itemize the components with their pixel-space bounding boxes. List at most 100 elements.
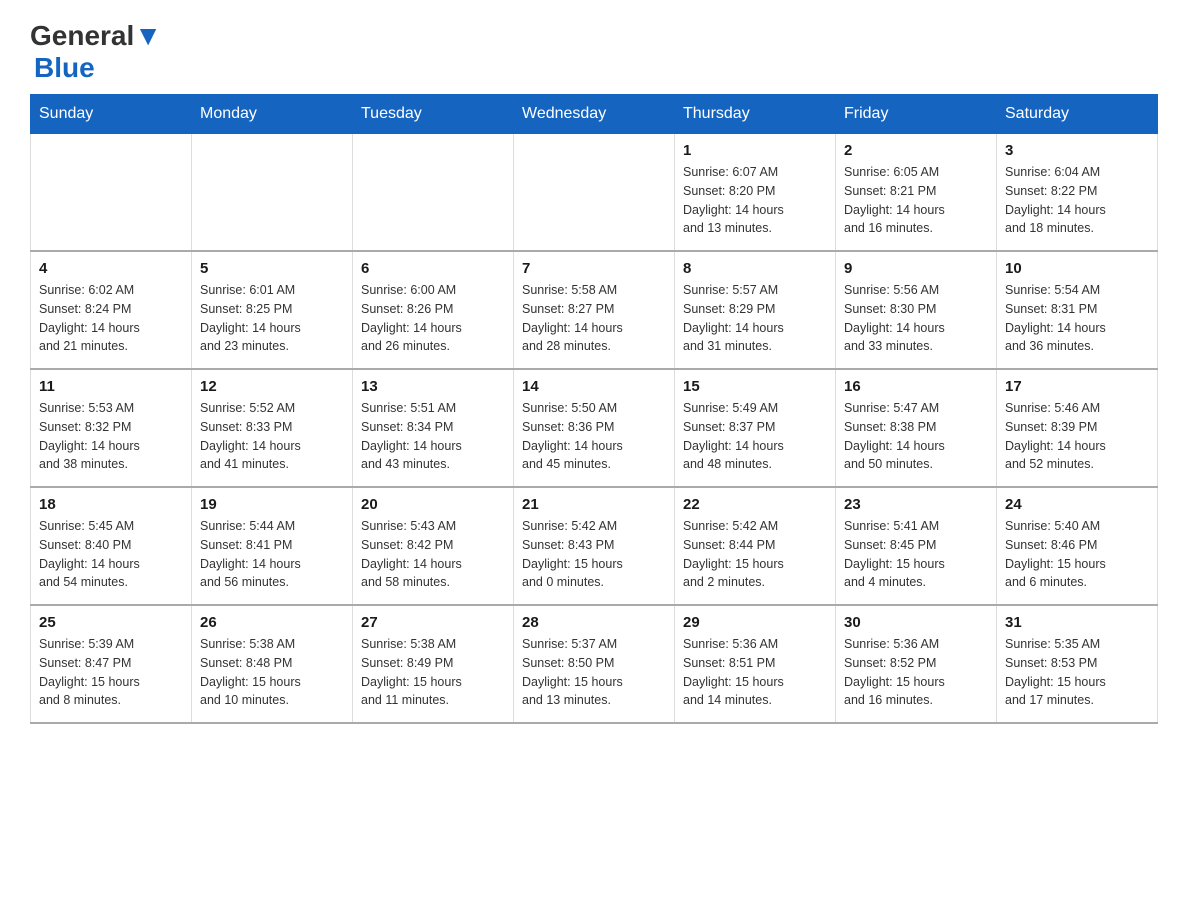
- day-number: 26: [200, 614, 344, 631]
- day-info: Sunrise: 5:52 AMSunset: 8:33 PMDaylight:…: [200, 399, 344, 474]
- days-of-week-row: SundayMondayTuesdayWednesdayThursdayFrid…: [31, 95, 1158, 134]
- day-number: 28: [522, 614, 666, 631]
- day-info: Sunrise: 5:50 AMSunset: 8:36 PMDaylight:…: [522, 399, 666, 474]
- day-info: Sunrise: 6:01 AMSunset: 8:25 PMDaylight:…: [200, 281, 344, 356]
- day-number: 29: [683, 614, 827, 631]
- day-info: Sunrise: 5:58 AMSunset: 8:27 PMDaylight:…: [522, 281, 666, 356]
- day-of-week-header: Saturday: [997, 95, 1158, 134]
- day-info: Sunrise: 5:43 AMSunset: 8:42 PMDaylight:…: [361, 517, 505, 592]
- day-of-week-header: Wednesday: [514, 95, 675, 134]
- calendar-cell: 8Sunrise: 5:57 AMSunset: 8:29 PMDaylight…: [675, 251, 836, 369]
- calendar-cell: 18 Sunrise: 5:45 AMSunset: 8:40 PMDayligh…: [31, 487, 192, 605]
- day-number: 5: [200, 260, 344, 277]
- day-info: Sunrise: 5:45 AMSunset: 8:40 PMDaylight:…: [39, 517, 183, 592]
- day-info: Sunrise: 5:36 AMSunset: 8:51 PMDaylight:…: [683, 635, 827, 710]
- day-info: Sunrise: 5:40 AMSunset: 8:46 PMDaylight:…: [1005, 517, 1149, 592]
- day-number: 3: [1005, 142, 1149, 159]
- day-number: 30: [844, 614, 988, 631]
- calendar-cell: 25 Sunrise: 5:39 AMSunset: 8:47 PMDayligh…: [31, 605, 192, 723]
- calendar-table: SundayMondayTuesdayWednesdayThursdayFrid…: [30, 94, 1158, 724]
- calendar-cell: 30 Sunrise: 5:36 AMSunset: 8:52 PMDayligh…: [836, 605, 997, 723]
- day-number: 13: [361, 378, 505, 395]
- day-info: Sunrise: 5:51 AMSunset: 8:34 PMDaylight:…: [361, 399, 505, 474]
- calendar-cell: 31Sunrise: 5:35 AMSunset: 8:53 PMDayligh…: [997, 605, 1158, 723]
- calendar-week-row: 1 Sunrise: 6:07 AMSunset: 8:20 PMDaylight…: [31, 134, 1158, 252]
- day-of-week-header: Tuesday: [353, 95, 514, 134]
- day-number: 14: [522, 378, 666, 395]
- calendar-cell: 9 Sunrise: 5:56 AMSunset: 8:30 PMDaylight…: [836, 251, 997, 369]
- day-number: 9: [844, 260, 988, 277]
- day-of-week-header: Friday: [836, 95, 997, 134]
- day-number: 8: [683, 260, 827, 277]
- calendar-cell: 24 Sunrise: 5:40 AMSunset: 8:46 PMDayligh…: [997, 487, 1158, 605]
- day-number: 6: [361, 260, 505, 277]
- day-info: Sunrise: 5:41 AMSunset: 8:45 PMDaylight:…: [844, 517, 988, 592]
- day-info: Sunrise: 5:44 AMSunset: 8:41 PMDaylight:…: [200, 517, 344, 592]
- day-number: 4: [39, 260, 183, 277]
- calendar-header: SundayMondayTuesdayWednesdayThursdayFrid…: [31, 95, 1158, 134]
- calendar-cell: 5 Sunrise: 6:01 AMSunset: 8:25 PMDaylight…: [192, 251, 353, 369]
- page-header: General▼ Blue: [30, 20, 1158, 84]
- day-info: Sunrise: 5:42 AMSunset: 8:43 PMDaylight:…: [522, 517, 666, 592]
- logo: General▼ Blue: [30, 20, 162, 84]
- day-of-week-header: Sunday: [31, 95, 192, 134]
- day-number: 18: [39, 496, 183, 513]
- calendar-cell: 21Sunrise: 5:42 AMSunset: 8:43 PMDayligh…: [514, 487, 675, 605]
- logo-blue-arrow: ▼: [134, 20, 162, 52]
- calendar-cell: 29 Sunrise: 5:36 AMSunset: 8:51 PMDayligh…: [675, 605, 836, 723]
- day-of-week-header: Thursday: [675, 95, 836, 134]
- day-info: Sunrise: 5:36 AMSunset: 8:52 PMDaylight:…: [844, 635, 988, 710]
- calendar-cell: [353, 134, 514, 252]
- calendar-cell: [31, 134, 192, 252]
- day-info: Sunrise: 6:04 AMSunset: 8:22 PMDaylight:…: [1005, 163, 1149, 238]
- logo-general-text: General: [30, 20, 134, 52]
- day-number: 23: [844, 496, 988, 513]
- day-number: 12: [200, 378, 344, 395]
- day-number: 10: [1005, 260, 1149, 277]
- calendar-cell: 1 Sunrise: 6:07 AMSunset: 8:20 PMDaylight…: [675, 134, 836, 252]
- day-info: Sunrise: 5:37 AMSunset: 8:50 PMDaylight:…: [522, 635, 666, 710]
- day-info: Sunrise: 5:46 AMSunset: 8:39 PMDaylight:…: [1005, 399, 1149, 474]
- calendar-cell: 20 Sunrise: 5:43 AMSunset: 8:42 PMDayligh…: [353, 487, 514, 605]
- calendar-cell: 26 Sunrise: 5:38 AMSunset: 8:48 PMDayligh…: [192, 605, 353, 723]
- day-number: 24: [1005, 496, 1149, 513]
- day-number: 27: [361, 614, 505, 631]
- calendar-week-row: 4Sunrise: 6:02 AMSunset: 8:24 PMDaylight…: [31, 251, 1158, 369]
- day-number: 17: [1005, 378, 1149, 395]
- day-info: Sunrise: 5:56 AMSunset: 8:30 PMDaylight:…: [844, 281, 988, 356]
- day-info: Sunrise: 6:07 AMSunset: 8:20 PMDaylight:…: [683, 163, 827, 238]
- day-number: 1: [683, 142, 827, 159]
- calendar-cell: 11 Sunrise: 5:53 AMSunset: 8:32 PMDayligh…: [31, 369, 192, 487]
- day-number: 2: [844, 142, 988, 159]
- day-info: Sunrise: 5:42 AMSunset: 8:44 PMDaylight:…: [683, 517, 827, 592]
- day-info: Sunrise: 6:05 AMSunset: 8:21 PMDaylight:…: [844, 163, 988, 238]
- day-info: Sunrise: 5:54 AMSunset: 8:31 PMDaylight:…: [1005, 281, 1149, 356]
- day-info: Sunrise: 5:38 AMSunset: 8:48 PMDaylight:…: [200, 635, 344, 710]
- calendar-cell: 4Sunrise: 6:02 AMSunset: 8:24 PMDaylight…: [31, 251, 192, 369]
- calendar-week-row: 11 Sunrise: 5:53 AMSunset: 8:32 PMDayligh…: [31, 369, 1158, 487]
- day-info: Sunrise: 5:49 AMSunset: 8:37 PMDaylight:…: [683, 399, 827, 474]
- day-number: 7: [522, 260, 666, 277]
- day-of-week-header: Monday: [192, 95, 353, 134]
- day-number: 15: [683, 378, 827, 395]
- calendar-cell: [514, 134, 675, 252]
- day-info: Sunrise: 5:39 AMSunset: 8:47 PMDaylight:…: [39, 635, 183, 710]
- day-number: 25: [39, 614, 183, 631]
- day-info: Sunrise: 5:53 AMSunset: 8:32 PMDaylight:…: [39, 399, 183, 474]
- calendar-cell: 13 Sunrise: 5:51 AMSunset: 8:34 PMDayligh…: [353, 369, 514, 487]
- logo-blue-label: Blue: [34, 52, 95, 83]
- calendar-body: 1 Sunrise: 6:07 AMSunset: 8:20 PMDaylight…: [31, 134, 1158, 724]
- calendar-cell: 22Sunrise: 5:42 AMSunset: 8:44 PMDayligh…: [675, 487, 836, 605]
- day-number: 11: [39, 378, 183, 395]
- day-number: 20: [361, 496, 505, 513]
- calendar-cell: 16Sunrise: 5:47 AMSunset: 8:38 PMDayligh…: [836, 369, 997, 487]
- calendar-cell: 17 Sunrise: 5:46 AMSunset: 8:39 PMDayligh…: [997, 369, 1158, 487]
- calendar-cell: 7 Sunrise: 5:58 AMSunset: 8:27 PMDaylight…: [514, 251, 675, 369]
- day-number: 16: [844, 378, 988, 395]
- day-info: Sunrise: 6:00 AMSunset: 8:26 PMDaylight:…: [361, 281, 505, 356]
- calendar-week-row: 25 Sunrise: 5:39 AMSunset: 8:47 PMDayligh…: [31, 605, 1158, 723]
- day-info: Sunrise: 5:35 AMSunset: 8:53 PMDaylight:…: [1005, 635, 1149, 710]
- calendar-cell: 27 Sunrise: 5:38 AMSunset: 8:49 PMDayligh…: [353, 605, 514, 723]
- calendar-week-row: 18 Sunrise: 5:45 AMSunset: 8:40 PMDayligh…: [31, 487, 1158, 605]
- day-info: Sunrise: 5:38 AMSunset: 8:49 PMDaylight:…: [361, 635, 505, 710]
